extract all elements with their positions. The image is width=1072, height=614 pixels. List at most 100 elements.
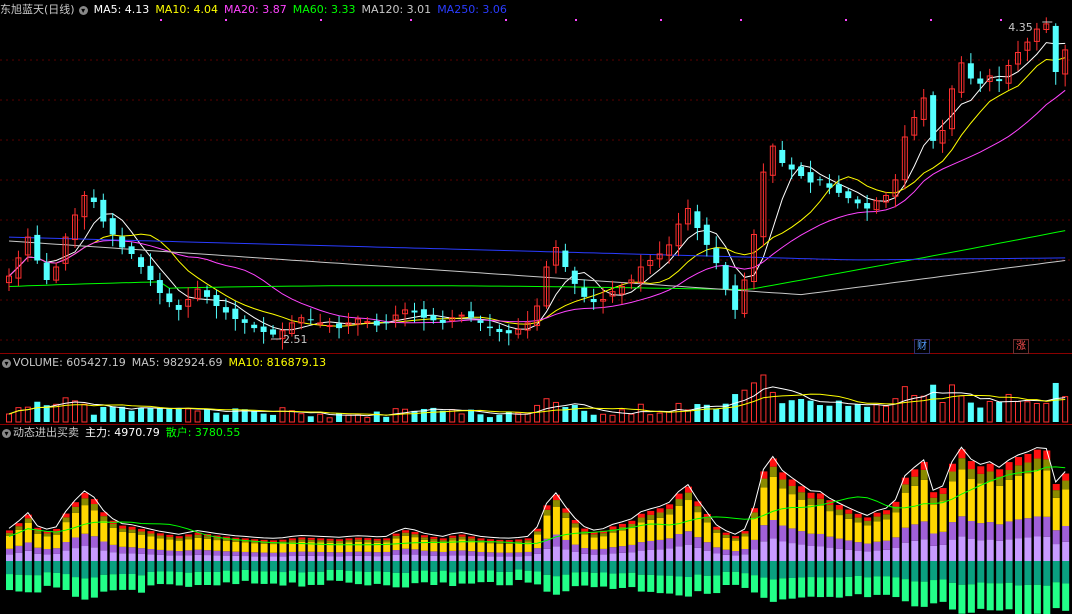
flow-negative: [486, 561, 494, 571]
flow-negative: [72, 561, 80, 578]
flow-segment: [600, 554, 608, 561]
chevron-down-icon[interactable]: ▾: [78, 5, 88, 15]
flow-negative: [562, 561, 570, 575]
stock-chart-window[interactable]: 东旭蓝天(日线) ▾ MA5: 4.13 MA10: 4.04 MA20: 3.87 MA…: [0, 0, 1072, 614]
flow-bar: [977, 466, 985, 609]
candle: [100, 193, 107, 228]
flow-segment: [826, 505, 834, 512]
high-price-label: 4.35: [1008, 21, 1033, 34]
candle: [270, 325, 277, 338]
flow-negative: [949, 582, 956, 610]
candle-body: [505, 330, 512, 334]
flow-segment: [156, 535, 164, 539]
flow-bar: [298, 537, 306, 587]
flow-segment: [307, 551, 315, 556]
flow-negative: [128, 573, 136, 590]
flow-segment: [637, 517, 645, 523]
flow-negative: [100, 574, 108, 592]
flow-segment: [138, 531, 146, 535]
volume-bar: [911, 394, 918, 423]
flow-negative: [1015, 561, 1023, 586]
flow-bar: [600, 530, 608, 587]
flow-segment: [439, 538, 447, 541]
volume-bar: [1005, 393, 1012, 423]
flow-negative: [213, 561, 221, 572]
volume-bar: [119, 406, 126, 422]
flow-negative: [600, 572, 608, 587]
flow-segment: [571, 523, 579, 528]
flow-segment: [534, 534, 542, 549]
flow-segment: [816, 505, 824, 534]
flow-bar: [845, 509, 853, 597]
flow-negative: [647, 561, 655, 575]
flow-negative: [15, 574, 23, 592]
flow-negative: [430, 571, 438, 586]
flow-negative: [666, 561, 674, 576]
candle: [72, 208, 79, 248]
flow-segment: [1024, 518, 1032, 538]
chart-canvas[interactable]: 4.35 2.51: [0, 0, 1072, 614]
flow-segment: [288, 551, 296, 557]
rise-badge[interactable]: 涨: [1013, 339, 1029, 354]
flow-negative: [109, 574, 117, 591]
flow-bar: [949, 463, 956, 610]
chevron-down-icon[interactable]: ▾: [2, 358, 11, 368]
flow-negative: [571, 572, 579, 587]
flow-negative: [138, 561, 146, 576]
flow-segment: [147, 549, 155, 555]
flow-negative: [383, 571, 391, 586]
flow-segment: [656, 512, 664, 518]
flow-segment: [62, 542, 70, 551]
flow-segment: [939, 493, 947, 502]
finance-badge[interactable]: 财: [914, 339, 930, 354]
candle-body: [779, 149, 786, 163]
flow-segment: [911, 540, 919, 561]
flow-bar: [468, 536, 476, 584]
flow-negative: [816, 561, 824, 578]
volume-bar: [958, 395, 965, 423]
flow-negative: [958, 561, 966, 585]
flow-segment: [788, 479, 796, 486]
flow-negative: [439, 570, 447, 583]
flow-segment: [958, 458, 966, 470]
flow-segment: [354, 541, 362, 552]
flow-negative: [552, 576, 560, 595]
candle-body: [816, 179, 823, 181]
flow-segment: [779, 472, 787, 480]
chevron-down-icon[interactable]: ▾: [2, 428, 11, 438]
flow-bar: [439, 538, 447, 583]
flow-segment: [185, 550, 193, 556]
flow-segment: [175, 540, 183, 552]
event-dot: [740, 19, 742, 21]
flow-segment: [402, 532, 410, 536]
flow-bar: [901, 477, 909, 602]
flow-segment: [128, 529, 136, 533]
flow-negative: [496, 571, 504, 586]
flow-segment: [864, 520, 872, 526]
flow-segment: [251, 543, 259, 553]
flow-negative: [128, 561, 136, 574]
flow-negative: [637, 561, 645, 575]
flow-segment: [288, 538, 296, 541]
flow-segment: [590, 554, 598, 561]
flow-bar: [204, 533, 212, 586]
candle: [194, 280, 201, 302]
flow-segment: [882, 514, 890, 520]
candle-body: [373, 320, 380, 326]
volume-bar: [1024, 401, 1031, 423]
flow-negative: [637, 574, 645, 592]
volume-bar: [1043, 402, 1050, 423]
flow-negative: [468, 571, 476, 584]
flow-segment: [298, 551, 306, 556]
flow-bar: [939, 488, 947, 602]
flow-negative: [270, 571, 278, 584]
flow-negative: [873, 576, 881, 595]
flow-segment: [581, 548, 589, 554]
flow-negative: [590, 561, 598, 573]
flow-negative: [779, 578, 787, 600]
flow-negative: [996, 583, 1004, 611]
flow-segment: [666, 548, 674, 561]
flow-segment: [430, 536, 438, 539]
flow-segment: [156, 549, 164, 555]
flow-negative: [628, 561, 636, 573]
